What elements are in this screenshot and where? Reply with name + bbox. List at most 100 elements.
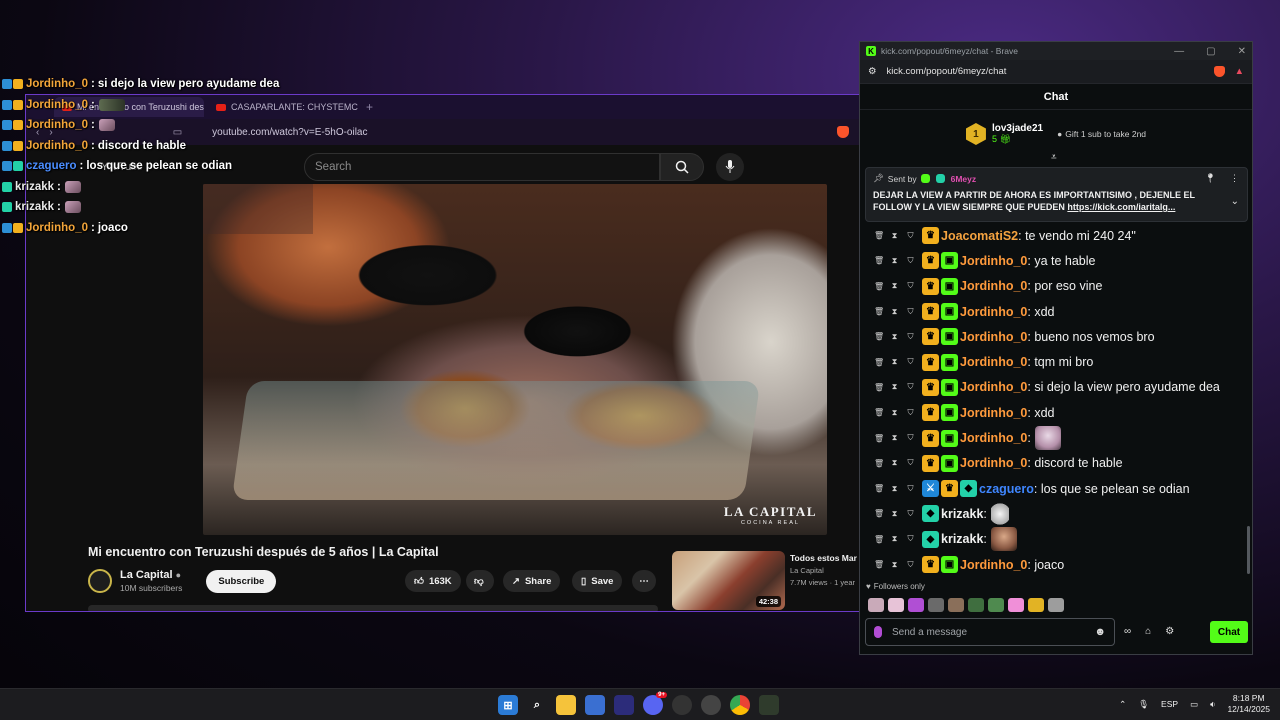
timeout-icon[interactable]: ⧗ — [890, 408, 899, 418]
chat-message[interactable]: 🗑︎ ⧗ ⛉ ♛ ▣ Jordinho_0: — [860, 425, 1252, 451]
timeout-icon[interactable]: ⧗ — [890, 534, 899, 544]
delete-icon[interactable]: 🗑︎ — [874, 434, 884, 443]
description-box[interactable] — [88, 605, 658, 611]
close-icon[interactable]: ✕ — [1238, 46, 1246, 57]
store-app-icon[interactable] — [585, 695, 605, 715]
chat-scrollbar[interactable] — [1247, 526, 1250, 574]
chevron-up-icon[interactable]: ⌃ — [1119, 699, 1126, 710]
store-icon[interactable]: ⌂ — [1145, 626, 1151, 637]
voice-search-button[interactable] — [716, 153, 744, 181]
delete-icon[interactable]: 🗑︎ — [874, 332, 884, 341]
terminal-icon[interactable] — [759, 695, 779, 715]
maximize-icon[interactable]: ▢ — [1206, 46, 1215, 57]
quick-emote-icon[interactable] — [968, 598, 984, 612]
chat-username[interactable]: krizakk — [941, 532, 983, 546]
like-button[interactable]: 👍︎ 163K — [405, 570, 461, 592]
timeout-icon[interactable]: ⧗ — [890, 560, 899, 570]
chat-username[interactable]: Jordinho_0 — [960, 431, 1027, 445]
gear-icon[interactable]: ⚙ — [1165, 626, 1174, 637]
chat-message[interactable]: 🗑︎ ⧗ ⛉ ♛ ▣ Jordinho_0: discord te hable — [860, 451, 1252, 476]
timeout-icon[interactable]: ⧗ — [890, 281, 899, 291]
timeout-icon[interactable]: ⧗ — [890, 357, 899, 367]
video-player[interactable]: LA CAPITAL COCINA REAL — [203, 184, 827, 535]
quick-emote-icon[interactable] — [888, 598, 904, 612]
save-button[interactable]: ▯ Save — [572, 570, 623, 592]
more-vertical-icon[interactable]: ⋮ — [1230, 173, 1239, 184]
chrome-icon[interactable] — [730, 695, 750, 715]
chat-username[interactable]: czaguero — [979, 482, 1034, 496]
delete-icon[interactable]: 🗑︎ — [874, 256, 884, 265]
site-settings-icon[interactable]: ⚙ — [868, 66, 877, 77]
timeout-icon[interactable]: ⧗ — [890, 332, 899, 342]
chat-message[interactable]: 🗑︎ ⧗ ⛉ ♛ ▣ Jordinho_0: si dejo la view pero a… — [860, 375, 1252, 400]
timeout-icon[interactable]: ⧗ — [890, 231, 899, 241]
chat-message[interactable]: 🗑︎ ⧗ ⛉ ♛ ▣ Jordinho_0: xdd — [860, 400, 1252, 425]
unpin-icon[interactable]: 📍︎ — [1205, 173, 1216, 184]
chevron-down-icon[interactable]: ⌄ — [1231, 196, 1239, 207]
brave-shield-icon[interactable] — [1213, 66, 1225, 77]
microphone-icon[interactable]: 🎙︎ — [1138, 699, 1149, 710]
timeout-icon[interactable]: ⧗ — [890, 484, 899, 494]
delete-icon[interactable]: 🗑︎ — [874, 535, 884, 544]
quick-emote-icon[interactable] — [1008, 598, 1024, 612]
delete-icon[interactable]: 🗑︎ — [874, 282, 884, 291]
more-actions-button[interactable]: ⋯ — [632, 570, 656, 592]
delete-icon[interactable]: 🗑︎ — [874, 408, 884, 417]
timeout-icon[interactable]: ⧗ — [890, 433, 899, 443]
delete-icon[interactable]: 🗑︎ — [874, 509, 884, 518]
minimize-icon[interactable]: — — [1174, 46, 1184, 57]
steam-icon[interactable] — [701, 695, 721, 715]
ban-icon[interactable]: ⛉ — [906, 534, 915, 544]
quick-emote-icon[interactable] — [928, 598, 944, 612]
chat-message[interactable]: 🗑︎ ⧗ ⛉ ♛ ▣ Jordinho_0: tqm mi bro — [860, 349, 1252, 374]
timeout-icon[interactable]: ⧗ — [890, 382, 899, 392]
obs-icon[interactable] — [672, 695, 692, 715]
timeout-icon[interactable]: ⧗ — [890, 458, 899, 468]
delete-icon[interactable]: 🗑︎ — [874, 358, 884, 367]
timeout-icon[interactable]: ⧗ — [890, 509, 899, 519]
delete-icon[interactable]: 🗑︎ — [874, 560, 884, 569]
timeout-icon[interactable]: ⧗ — [890, 307, 899, 317]
delete-icon[interactable]: 🗑︎ — [874, 231, 884, 240]
delete-icon[interactable]: 🗑︎ — [874, 484, 884, 493]
chat-username[interactable]: Jordinho_0 — [960, 380, 1027, 394]
infinity-icon[interactable]: ∞ — [1124, 626, 1131, 637]
delete-icon[interactable]: 🗑︎ — [874, 383, 884, 392]
chat-username[interactable]: Jordinho_0 — [960, 279, 1027, 293]
ban-icon[interactable]: ⛉ — [906, 433, 915, 443]
chat-username[interactable]: Jordinho_0 — [960, 305, 1027, 319]
chat-username[interactable]: Jordinho_0 — [960, 254, 1027, 268]
channel-name[interactable]: La Capital ● — [120, 569, 182, 581]
vpn-app-icon[interactable] — [614, 695, 634, 715]
brave-shield-icon[interactable] — [837, 126, 849, 138]
dislike-button[interactable]: 👎︎ — [466, 570, 494, 592]
send-chat-button[interactable]: Chat — [1210, 621, 1248, 643]
ban-icon[interactable]: ⛉ — [906, 560, 915, 570]
delete-icon[interactable]: 🗑︎ — [874, 459, 884, 468]
ban-icon[interactable]: ⛉ — [906, 357, 915, 367]
clock[interactable]: 8:18 PM 12/14/2025 — [1227, 693, 1270, 715]
quick-emote-icon[interactable] — [908, 598, 924, 612]
channel-avatar[interactable] — [88, 569, 112, 593]
chat-username[interactable]: krizakk — [941, 507, 983, 521]
chat-message[interactable]: 🗑︎ ⧗ ⛉ ♛ ▣ Jordinho_0: por eso vine — [860, 274, 1252, 299]
ban-icon[interactable]: ⛉ — [906, 408, 915, 418]
chat-username[interactable]: Jordinho_0 — [960, 558, 1027, 572]
gifter-name[interactable]: lov3jade21 — [992, 123, 1043, 134]
popout-url[interactable]: kick.com/popout/6meyz/chat — [887, 66, 1007, 77]
chat-username[interactable]: JoacomatiS2 — [941, 229, 1018, 243]
recommended-video-thumbnail[interactable]: 42:38 — [672, 551, 785, 610]
ban-icon[interactable]: ⛉ — [906, 281, 915, 291]
chat-message[interactable]: 🗑︎ ⧗ ⛉ ◆ krizakk: — [860, 527, 1252, 552]
emoji-picker-icon[interactable]: ☻ — [1094, 626, 1106, 638]
chat-username[interactable]: Jordinho_0 — [960, 330, 1027, 344]
delete-icon[interactable]: 🗑︎ — [874, 307, 884, 316]
chat-message[interactable]: 🗑︎ ⧗ ⛉ ♛ JoacomatiS2: te vendo mi 240 24" — [860, 223, 1252, 248]
new-tab-icon[interactable]: + — [366, 100, 373, 114]
chat-message[interactable]: 🗑︎ ⧗ ⛉ ♛ ▣ Jordinho_0: joaco — [860, 552, 1252, 577]
chat-username[interactable]: Jordinho_0 — [960, 406, 1027, 420]
ban-icon[interactable]: ⛉ — [906, 231, 915, 241]
discord-icon[interactable]: 9+ — [643, 692, 667, 715]
file-explorer-icon[interactable] — [556, 695, 576, 715]
ban-icon[interactable]: ⛉ — [906, 509, 915, 519]
